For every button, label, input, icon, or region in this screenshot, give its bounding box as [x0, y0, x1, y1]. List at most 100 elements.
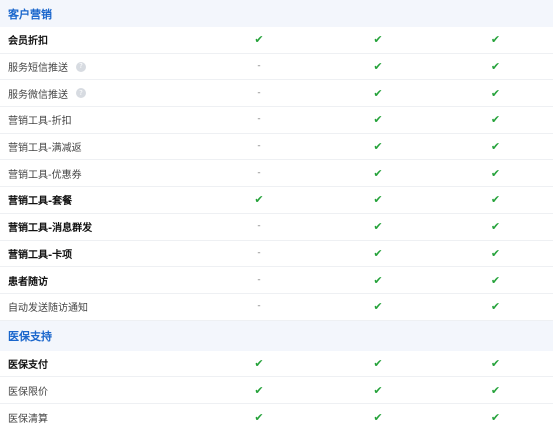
check-icon: ✔: [490, 356, 501, 370]
section-header-medical-insurance: 医保支持: [0, 320, 553, 351]
plan-value-cell-2: ✔: [318, 193, 438, 206]
plan-value-cell-1: -: [200, 62, 318, 71]
plan-value-cell-3: ✔: [438, 33, 553, 46]
plan-value-cell-1: -: [200, 302, 318, 311]
feature-label-cell: 医保支付: [0, 356, 200, 371]
plan-value-cell-1: ✔: [200, 357, 318, 370]
plan-value-cell-2: ✔: [318, 220, 438, 233]
check-icon: ✔: [373, 140, 383, 154]
plan-value-cell-2: ✔: [318, 300, 438, 313]
table-row: 医保限价 ✔ ✔ ✔: [0, 377, 553, 404]
feature-label: 营销工具-优惠券: [8, 169, 82, 181]
check-icon: ✔: [373, 383, 383, 397]
check-icon: ✔: [490, 383, 501, 397]
feature-label-cell: 营销工具-消息群发: [0, 219, 200, 234]
check-icon: ✔: [490, 113, 501, 127]
feature-label-cell: 会员折扣: [0, 32, 200, 47]
check-icon: ✔: [373, 166, 383, 180]
dash-mark: -: [257, 301, 261, 312]
plan-value-cell-2: ✔: [318, 357, 438, 370]
plan-value-cell-3: ✔: [438, 274, 553, 287]
feature-label-cell: 营销工具-折扣: [0, 112, 200, 127]
dash-mark: -: [257, 87, 261, 98]
plan-value-cell-1: ✔: [200, 384, 318, 397]
check-icon: ✔: [373, 300, 383, 314]
dash-mark: -: [257, 167, 261, 178]
table-row: 患者随访 - ✔ ✔: [0, 267, 553, 294]
feature-label-cell: 医保限价: [0, 383, 200, 398]
check-icon: ✔: [490, 140, 501, 154]
plan-value-cell-3: ✔: [438, 193, 553, 206]
dash-mark: -: [257, 114, 261, 125]
table-row: 服务短信推送? - ✔ ✔: [0, 54, 553, 81]
plan-value-cell-3: ✔: [438, 87, 553, 100]
feature-label: 营销工具-消息群发: [8, 223, 93, 235]
check-icon: ✔: [373, 60, 383, 74]
plan-value-cell-1: -: [200, 274, 318, 285]
plan-value-cell-3: ✔: [438, 300, 553, 313]
check-icon: ✔: [490, 193, 501, 207]
feature-label-cell: 服务短信推送?: [0, 59, 200, 74]
feature-label-cell: 营销工具-优惠券: [0, 166, 200, 181]
dash-mark: -: [257, 247, 261, 258]
check-icon: ✔: [373, 273, 383, 287]
feature-label: 营销工具-折扣: [8, 116, 72, 128]
plan-value-cell-2: ✔: [318, 33, 438, 46]
check-icon: ✔: [373, 33, 383, 47]
check-icon: ✔: [373, 246, 383, 260]
check-icon: ✔: [490, 166, 501, 180]
feature-label: 服务微信推送: [8, 89, 68, 101]
plan-value-cell-1: -: [200, 222, 318, 231]
plan-value-cell-3: ✔: [438, 167, 553, 180]
plan-value-cell-1: -: [200, 247, 318, 258]
feature-label: 患者随访: [8, 276, 48, 288]
check-icon: ✔: [490, 246, 501, 260]
dash-mark: -: [257, 221, 261, 232]
table-row: 营销工具-折扣 - ✔ ✔: [0, 107, 553, 134]
check-icon: ✔: [373, 220, 383, 234]
feature-label-cell: 医保清算: [0, 410, 200, 425]
table-row: 营销工具-消息群发 - ✔ ✔: [0, 214, 553, 241]
plan-value-cell-1: -: [200, 87, 318, 98]
feature-label: 营销工具-满减返: [8, 143, 82, 155]
help-circle-icon[interactable]: ?: [76, 61, 86, 72]
dash-mark: -: [257, 274, 261, 285]
table-row: 会员折扣 ✔ ✔ ✔: [0, 27, 553, 54]
feature-label-cell: 患者随访: [0, 273, 200, 288]
check-icon: ✔: [373, 193, 383, 207]
plan-value-cell-2: ✔: [318, 60, 438, 73]
section-title: 医保支持: [8, 329, 52, 343]
check-icon: ✔: [490, 273, 501, 287]
feature-comparison-table: 客户营销 会员折扣 ✔ ✔ ✔ 服务短信推送? - ✔ ✔ 服务微信推送? - …: [0, 0, 553, 431]
table-row: 医保清算 ✔ ✔ ✔: [0, 404, 553, 431]
plan-value-cell-3: ✔: [438, 113, 553, 126]
plan-value-cell-2: ✔: [318, 384, 438, 397]
plan-value-cell-2: ✔: [318, 113, 438, 126]
plan-value-cell-3: ✔: [438, 60, 553, 73]
check-icon: ✔: [254, 193, 264, 207]
table-row: 营销工具-套餐 ✔ ✔ ✔: [0, 187, 553, 214]
feature-label: 会员折扣: [8, 36, 48, 48]
check-icon: ✔: [254, 33, 264, 47]
feature-label-cell: 营销工具-满减返: [0, 139, 200, 154]
plan-value-cell-2: ✔: [318, 167, 438, 180]
section-header-customer-marketing: 客户营销: [0, 0, 553, 27]
table-row: 医保支付 ✔ ✔ ✔: [0, 351, 553, 378]
plan-value-cell-2: ✔: [318, 274, 438, 287]
feature-label: 医保限价: [8, 386, 48, 398]
table-row: 自动发送随访通知 - ✔ ✔: [0, 294, 553, 321]
feature-label-cell: 营销工具-套餐: [0, 192, 200, 207]
table-row: 营销工具-满减返 - ✔ ✔: [0, 134, 553, 161]
feature-label: 营销工具-卡项: [8, 249, 73, 261]
help-circle-icon[interactable]: ?: [76, 88, 86, 99]
feature-label: 医保清算: [8, 413, 48, 425]
check-icon: ✔: [254, 356, 264, 370]
plan-value-cell-3: ✔: [438, 357, 553, 370]
check-icon: ✔: [490, 86, 501, 100]
plan-value-cell-1: ✔: [200, 193, 318, 206]
plan-value-cell-2: ✔: [318, 247, 438, 260]
table-row: 服务微信推送? - ✔ ✔: [0, 80, 553, 108]
check-icon: ✔: [373, 86, 383, 100]
feature-label-cell: 营销工具-卡项: [0, 246, 200, 261]
feature-label-cell: 自动发送随访通知: [0, 299, 200, 314]
